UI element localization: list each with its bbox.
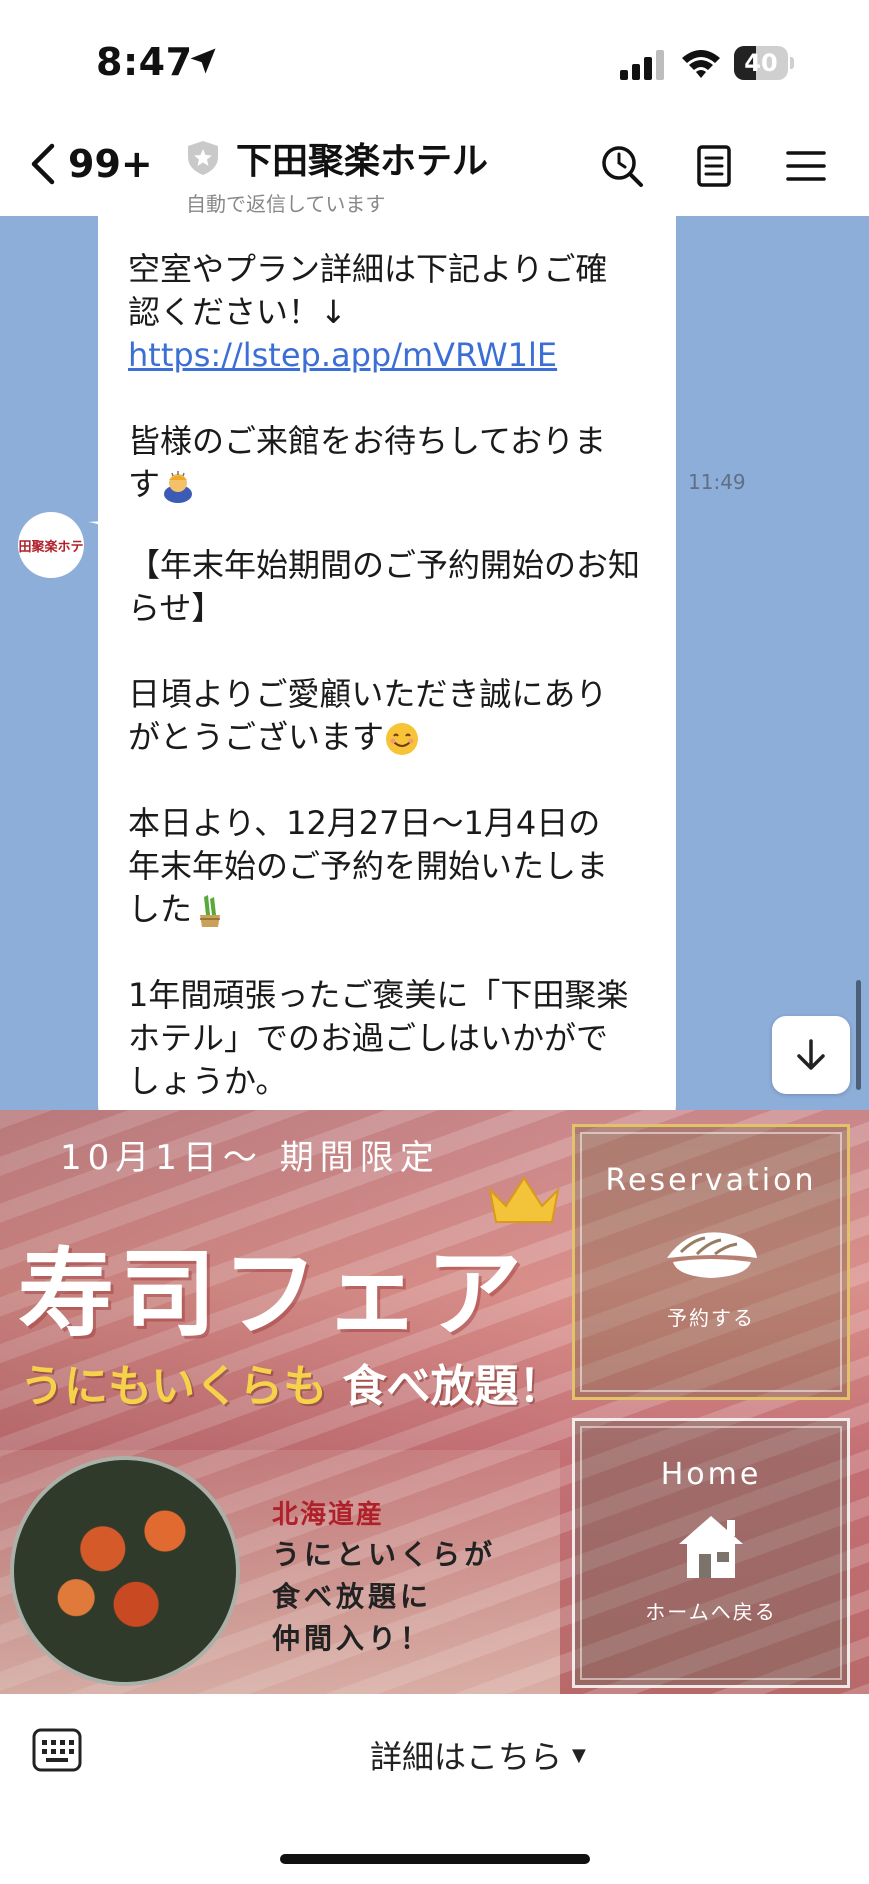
message-text: 本日より、12月27日〜1月4日の	[128, 804, 601, 842]
chat-title: 下田聚楽ホテル	[236, 141, 489, 182]
message-timestamp: 11:49	[688, 470, 746, 494]
home-subtitle: ホームへ戻る	[645, 1600, 777, 1624]
bowing-person-emoji-icon	[164, 471, 193, 503]
caret-down-icon: ▼	[572, 1744, 586, 1766]
scroll-to-bottom-button[interactable]	[772, 1016, 850, 1094]
keyboard-icon[interactable]	[32, 1728, 82, 1772]
sushi-icon	[667, 1232, 757, 1278]
battery-icon: 40	[734, 46, 794, 80]
smiling-face-emoji-icon	[386, 723, 419, 755]
message-bubble: 【年末年始期間のご予約開始のお知 らせ】 日頃よりご愛顧いただき誠にあり がとう…	[98, 520, 676, 1110]
message-text: 【年末年始期間のご予約開始のお知	[128, 546, 641, 584]
tagline-main: 食べ放題！	[342, 1361, 563, 1412]
message-text: らせ】	[128, 589, 224, 627]
message-text: ホテル」でのお過ごしはいかがで	[128, 1019, 609, 1057]
rich-menu-toggle[interactable]: 詳細はこちら ▼	[370, 1732, 586, 1778]
origin-label: 北海道産	[272, 1500, 385, 1530]
campaign-title: 寿司フェア	[18, 1238, 528, 1350]
arrow-down-icon	[797, 1039, 825, 1070]
rich-menu: 10月1日〜 期間限定 寿司フェア うにもいくらも 食べ放題！ 北海道産 うにと…	[0, 1110, 869, 1694]
message-text: 年末年始のご予約を開始いたしま	[128, 847, 609, 885]
message-text: 日頃よりご愛顧いただき誠にあり	[128, 675, 608, 713]
notes-icon[interactable]	[690, 142, 738, 190]
campaign-description: うにといくらが 食べ放題に 仲間入り！	[272, 1534, 496, 1660]
unread-count: 99+	[68, 142, 153, 186]
message-link[interactable]: https://lstep.app/mVRW1lE	[128, 336, 557, 374]
rich-menu-toggle-label: 詳細はこちら	[370, 1738, 563, 1776]
back-button[interactable]: 99+	[28, 142, 153, 186]
reservation-subtitle: 予約する	[667, 1306, 755, 1330]
reservation-button[interactable]: Reservation 予約する	[572, 1124, 850, 1400]
message-text: 皆様のご来館をお待ちしておりま	[128, 422, 607, 460]
description-line: うにといくらが	[272, 1538, 497, 1571]
cellular-signal-icon	[620, 50, 664, 80]
kadomatsu-emoji-icon	[200, 895, 221, 927]
scrollbar[interactable]	[856, 980, 861, 1090]
wifi-icon	[682, 50, 720, 78]
chat-subtitle: 自動で返信しています	[186, 192, 386, 216]
location-arrow-icon	[190, 48, 216, 74]
verified-shield-icon	[188, 141, 218, 175]
avatar[interactable]: 下田聚楽ホテル	[18, 512, 84, 578]
message-text: す	[128, 465, 161, 503]
chat-area[interactable]: 空室やプラン詳細は下記よりご確 認ください！↓ https://lstep.ap…	[0, 216, 869, 1110]
message-text: 1年間頑張ったご褒美に「下田聚楽	[128, 976, 629, 1014]
bottom-bar: 詳細はこちら ▼	[0, 1694, 869, 1884]
status-time: 8:47	[96, 40, 193, 84]
battery-percent: 40	[744, 49, 778, 77]
home-title: Home	[660, 1457, 762, 1492]
home-icon	[679, 1516, 743, 1578]
message-text: がとうございます	[128, 718, 385, 756]
chat-title-block[interactable]: 下田聚楽ホテル 自動で返信しています	[186, 132, 488, 217]
message-text: 認ください！↓	[128, 293, 347, 331]
reservation-title: Reservation	[605, 1163, 817, 1198]
message-text: 空室やプラン詳細は下記よりご確	[128, 250, 608, 288]
description-line: 仲間入り！	[272, 1622, 433, 1655]
tagline-highlight: うにもいくらも	[20, 1361, 328, 1412]
avatar-logo-text: 下田聚楽ホテル	[18, 539, 84, 555]
message-text: した	[128, 890, 193, 928]
status-bar: 8:47 40	[0, 0, 869, 120]
campaign-tagline: うにもいくらも 食べ放題！	[20, 1350, 562, 1414]
home-button[interactable]: Home ホームへ戻る	[572, 1418, 850, 1688]
menu-icon[interactable]	[782, 142, 830, 190]
description-line: 食べ放題に	[272, 1580, 433, 1613]
home-indicator[interactable]	[280, 1854, 590, 1864]
search-history-icon[interactable]	[598, 142, 646, 190]
sushi-photo	[10, 1456, 240, 1686]
campaign-period: 10月1日〜 期間限定	[60, 1138, 440, 1178]
chat-header: 99+ 下田聚楽ホテル 自動で返信しています	[0, 120, 869, 216]
message-text: しょうか。	[128, 1062, 288, 1100]
chevron-left-icon	[31, 143, 55, 185]
